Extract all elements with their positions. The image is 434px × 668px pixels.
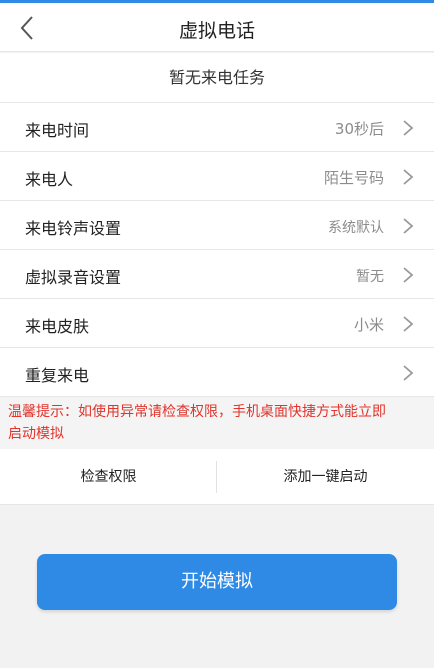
setting-value: 陌生号码: [323, 169, 384, 187]
setting-label: 来电铃声设置: [25, 219, 122, 238]
chevron-right-icon: [403, 316, 414, 332]
call-task-status: 暂无来电任务: [0, 53, 434, 103]
start-simulation-button[interactable]: 开始模拟: [37, 554, 397, 610]
chevron-right-icon: [403, 120, 414, 136]
setting-row-repeat-call[interactable]: 重复来电: [0, 348, 434, 397]
setting-label: 重复来电: [25, 366, 90, 385]
check-permission-button[interactable]: 检查权限: [0, 449, 217, 505]
chevron-right-icon: [403, 365, 414, 381]
settings-list: 来电时间 30秒后 来电人 陌生号码 来电铃声设置 系统默认 虚拟录音设置 暂无…: [0, 103, 434, 397]
action-bar: 检查权限 添加一键启动: [0, 449, 434, 505]
warm-tip: 温馨提示：如使用异常请检查权限，手机桌面快捷方式能立即 启动模拟: [0, 397, 434, 449]
warm-tip-line1: 温馨提示：如使用异常请检查权限，手机桌面快捷方式能立即: [8, 404, 386, 420]
setting-row-caller[interactable]: 来电人 陌生号码: [0, 152, 434, 201]
setting-row-recording[interactable]: 虚拟录音设置 暂无: [0, 250, 434, 299]
setting-value: 小米: [353, 316, 384, 334]
setting-row-skin[interactable]: 来电皮肤 小米: [0, 299, 434, 348]
setting-value: 暂无: [356, 269, 384, 285]
setting-value: 30秒后: [334, 120, 384, 138]
chevron-right-icon: [403, 218, 414, 234]
setting-label: 来电皮肤: [25, 317, 90, 336]
warm-tip-line2: 启动模拟: [8, 426, 64, 442]
chevron-right-icon: [403, 267, 414, 283]
page-title: 虚拟电话: [178, 20, 255, 42]
setting-label: 来电时间: [25, 121, 90, 140]
app-header: 虚拟电话: [0, 3, 434, 52]
add-shortcut-button[interactable]: 添加一键启动: [217, 449, 434, 505]
setting-label: 虚拟录音设置: [25, 268, 122, 287]
chevron-right-icon: [403, 169, 414, 185]
setting-row-ringtone[interactable]: 来电铃声设置 系统默认: [0, 201, 434, 250]
setting-row-call-time[interactable]: 来电时间 30秒后: [0, 103, 434, 152]
setting-value: 系统默认: [328, 220, 384, 236]
setting-label: 来电人: [25, 170, 74, 189]
